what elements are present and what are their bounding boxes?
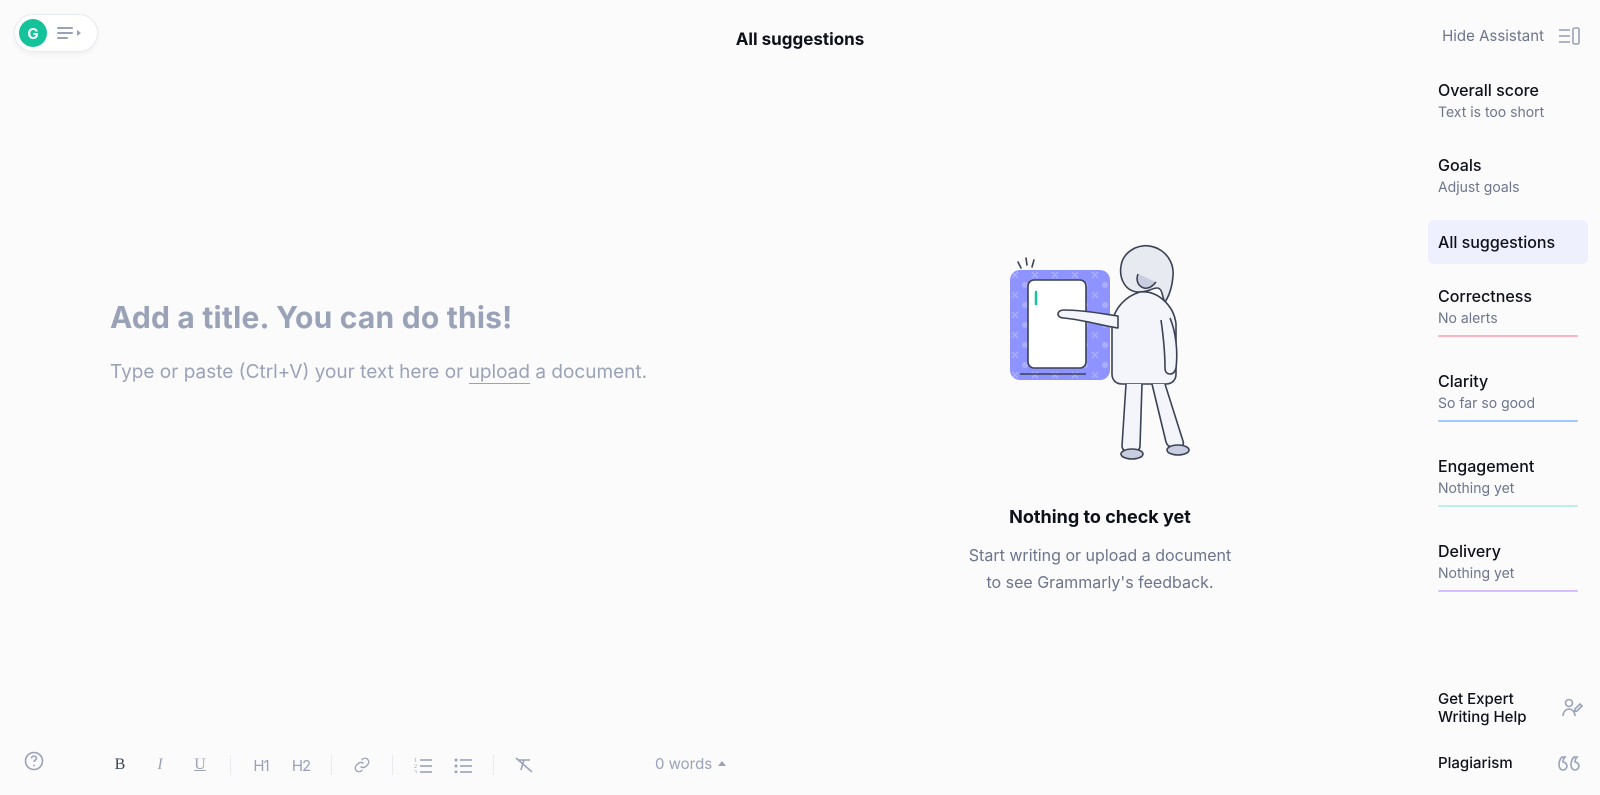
svg-text:3: 3 <box>414 770 417 773</box>
underline-button[interactable]: U <box>180 747 220 783</box>
unordered-list-button[interactable] <box>443 747 483 783</box>
sidebar-item-all-suggestions[interactable]: All suggestions <box>1428 220 1588 264</box>
suggestions-empty-state: Nothing to check yet Start writing or up… <box>830 240 1370 596</box>
sidebar-item-overall-score[interactable]: Overall score Text is too short <box>1428 70 1588 133</box>
upload-link[interactable]: upload <box>469 360 530 384</box>
document-title-input[interactable]: Add a title. You can do this! <box>110 300 870 336</box>
clear-format-button[interactable] <box>504 747 544 783</box>
chevron-right-icon <box>77 30 81 36</box>
caret-up-icon <box>718 761 726 766</box>
heading1-button[interactable]: H1 <box>241 747 281 783</box>
correctness-bar <box>1438 335 1578 337</box>
hamburger-icon <box>57 27 73 39</box>
empty-illustration <box>830 240 1370 465</box>
hide-assistant-label: Hide Assistant <box>1442 26 1544 45</box>
sidebar-label: All suggestions <box>1438 232 1578 252</box>
heading2-button[interactable]: H2 <box>281 747 321 783</box>
body-text-suffix: a document. <box>530 360 647 383</box>
empty-line-2: to see Grammarly's feedback. <box>986 572 1213 592</box>
italic-button[interactable]: I <box>140 747 180 783</box>
ordered-list-button[interactable]: 1 2 3 <box>403 747 443 783</box>
person-edit-icon <box>1560 696 1584 720</box>
document-body-input[interactable]: Type or paste (Ctrl+V) your text here or… <box>110 358 870 387</box>
toolbar-divider <box>331 755 332 775</box>
body-text-prefix: Type or paste (Ctrl+V) your text here or <box>110 360 469 383</box>
sidebar-sub: No alerts <box>1438 310 1578 327</box>
sidebar-label: Overall score <box>1438 80 1578 100</box>
empty-body: Start writing or upload a document to se… <box>830 542 1370 596</box>
bold-button[interactable]: B <box>100 747 140 783</box>
page-title: All suggestions <box>200 30 1400 50</box>
sidebar-bottom: Get Expert Writing Help Plagiarism <box>1428 684 1588 780</box>
sidebar-item-correctness[interactable]: Correctness No alerts <box>1428 276 1588 349</box>
clear-format-icon <box>515 757 533 773</box>
link-icon <box>353 756 371 774</box>
word-count-label: 0 words <box>655 754 712 773</box>
format-toolbar: B I U H1 H2 1 2 3 <box>100 747 544 783</box>
help-icon <box>24 751 44 771</box>
app-root: G All suggestions Hide Assistant Add a t… <box>0 0 1600 795</box>
grammarly-logo-icon: G <box>19 19 47 47</box>
empty-heading: Nothing to check yet <box>830 507 1370 528</box>
bullet-list-icon <box>454 757 472 773</box>
sidebar-item-delivery[interactable]: Delivery Nothing yet <box>1428 531 1588 604</box>
sidebar-sub: So far so good <box>1438 395 1578 412</box>
sidebar-sub: Text is too short <box>1438 104 1578 121</box>
sidebar-item-goals[interactable]: Goals Adjust goals <box>1428 145 1588 208</box>
sidebar-sub: Nothing yet <box>1438 565 1578 582</box>
sidebar-sub: Nothing yet <box>1438 480 1578 497</box>
app-menu-pill[interactable]: G <box>14 14 98 52</box>
sidebar-item-clarity[interactable]: Clarity So far so good <box>1428 361 1588 434</box>
toolbar-divider <box>230 755 231 775</box>
link-button[interactable] <box>342 747 382 783</box>
toolbar-divider <box>493 755 494 775</box>
sidebar-label: Get Expert Writing Help <box>1438 690 1548 728</box>
clarity-bar <box>1438 420 1578 422</box>
sidebar-sub: Adjust goals <box>1438 179 1578 196</box>
ordered-list-icon: 1 2 3 <box>414 757 432 773</box>
sidebar-label: Engagement <box>1438 456 1578 476</box>
hide-assistant-button[interactable]: Hide Assistant <box>1442 26 1580 45</box>
engagement-bar <box>1438 505 1578 507</box>
delivery-bar <box>1438 590 1578 592</box>
sidebar-item-plagiarism[interactable]: Plagiarism <box>1428 747 1588 779</box>
collapse-panel-icon <box>1558 27 1580 45</box>
sidebar-item-expert-help[interactable]: Get Expert Writing Help <box>1428 684 1588 734</box>
assistant-sidebar: Overall score Text is too short Goals Ad… <box>1428 70 1588 779</box>
sidebar-label: Goals <box>1438 155 1578 175</box>
sidebar-label: Clarity <box>1438 371 1578 391</box>
word-count[interactable]: 0 words <box>655 754 726 773</box>
editor: Add a title. You can do this! Type or pa… <box>110 300 870 387</box>
toolbar-divider <box>392 755 393 775</box>
quotes-icon <box>1558 753 1584 773</box>
help-button[interactable] <box>24 751 44 775</box>
sidebar-item-engagement[interactable]: Engagement Nothing yet <box>1428 446 1588 519</box>
empty-line-1: Start writing or upload a document <box>969 545 1231 565</box>
document-menu-button[interactable] <box>47 21 93 45</box>
sidebar-label: Correctness <box>1438 286 1578 306</box>
sidebar-label: Delivery <box>1438 541 1578 561</box>
sidebar-label: Plagiarism <box>1438 754 1513 773</box>
